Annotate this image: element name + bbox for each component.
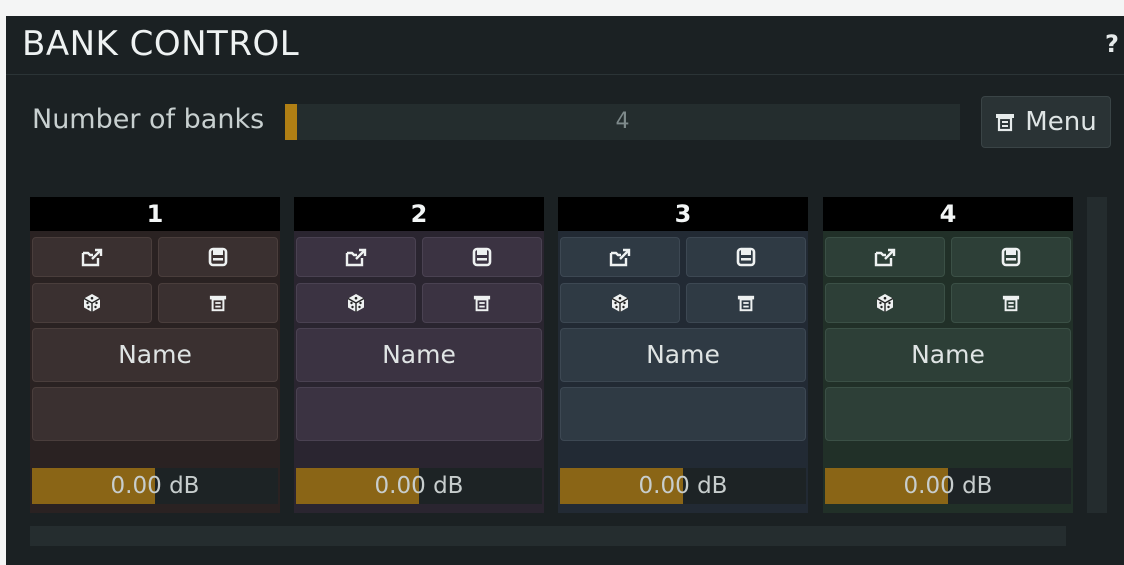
number-of-banks-value: 4 xyxy=(615,109,630,134)
load-bank-button[interactable] xyxy=(560,237,680,277)
load-icon xyxy=(345,247,367,267)
bank-gain-slider[interactable]: 0.00 dB xyxy=(825,468,1071,504)
bank-column-3: 3 Name 0.00 dB xyxy=(558,197,808,513)
bank-name-button[interactable]: Name xyxy=(825,328,1071,382)
bank-gain-slider[interactable]: 0.00 dB xyxy=(560,468,806,504)
save-bank-button[interactable] xyxy=(158,237,278,277)
number-of-banks-slider[interactable]: 4 xyxy=(285,104,960,140)
bank-menu-button[interactable] xyxy=(158,283,278,323)
save-bank-button[interactable] xyxy=(951,237,1071,277)
menu-icon xyxy=(1002,294,1020,312)
bank-number[interactable]: 4 xyxy=(823,197,1073,231)
load-icon xyxy=(81,247,103,267)
randomize-icon xyxy=(610,293,630,313)
bank-gain-slider[interactable]: 0.00 dB xyxy=(32,468,278,504)
randomize-bank-button[interactable] xyxy=(32,283,152,323)
bank-name-button[interactable]: Name xyxy=(296,328,542,382)
bank-number[interactable]: 1 xyxy=(30,197,280,231)
menu-button[interactable]: Menu xyxy=(981,96,1111,148)
menu-icon xyxy=(995,112,1015,132)
horizontal-scrollbar[interactable] xyxy=(30,526,1066,546)
bank-slot[interactable] xyxy=(560,387,806,441)
randomize-icon xyxy=(82,293,102,313)
bank-gain-value: 0.00 dB xyxy=(110,473,200,499)
menu-icon xyxy=(737,294,755,312)
bank-slot[interactable] xyxy=(32,387,278,441)
randomize-bank-button[interactable] xyxy=(825,283,945,323)
randomize-bank-button[interactable] xyxy=(296,283,416,323)
bank-control-panel: BANK CONTROL ? Number of banks 4 Menu 1 xyxy=(6,16,1124,565)
panel-title: BANK CONTROL xyxy=(22,24,300,64)
help-button[interactable]: ? xyxy=(1100,30,1124,58)
save-icon xyxy=(208,247,228,267)
randomize-icon xyxy=(346,293,366,313)
bank-column-1: 1 Name 0.00 dB xyxy=(30,197,280,513)
load-icon xyxy=(874,247,896,267)
bank-column-4: 4 Name 0.00 dB xyxy=(823,197,1073,513)
bank-menu-button[interactable] xyxy=(951,283,1071,323)
bank-gain-value: 0.00 dB xyxy=(638,473,728,499)
randomize-bank-button[interactable] xyxy=(560,283,680,323)
randomize-icon xyxy=(875,293,895,313)
load-icon xyxy=(609,247,631,267)
title-bar: BANK CONTROL ? xyxy=(6,16,1124,75)
menu-button-label: Menu xyxy=(1025,107,1097,137)
bank-menu-button[interactable] xyxy=(422,283,542,323)
load-bank-button[interactable] xyxy=(32,237,152,277)
bank-gain-value: 0.00 dB xyxy=(903,473,993,499)
bank-slot[interactable] xyxy=(825,387,1071,441)
bank-name-button[interactable]: Name xyxy=(560,328,806,382)
menu-icon xyxy=(473,294,491,312)
bank-name-button[interactable]: Name xyxy=(32,328,278,382)
save-icon xyxy=(736,247,756,267)
number-of-banks-label: Number of banks xyxy=(32,104,265,135)
bank-gain-slider[interactable]: 0.00 dB xyxy=(296,468,542,504)
load-bank-button[interactable] xyxy=(296,237,416,277)
bank-number[interactable]: 2 xyxy=(294,197,544,231)
save-bank-button[interactable] xyxy=(422,237,542,277)
bank-column-2: 2 Name 0.00 dB xyxy=(294,197,544,513)
save-icon xyxy=(472,247,492,267)
save-icon xyxy=(1001,247,1021,267)
vertical-scrollbar[interactable] xyxy=(1087,197,1107,513)
menu-icon xyxy=(209,294,227,312)
bank-gain-value: 0.00 dB xyxy=(374,473,464,499)
bank-slot[interactable] xyxy=(296,387,542,441)
save-bank-button[interactable] xyxy=(686,237,806,277)
load-bank-button[interactable] xyxy=(825,237,945,277)
bank-number[interactable]: 3 xyxy=(558,197,808,231)
bank-menu-button[interactable] xyxy=(686,283,806,323)
